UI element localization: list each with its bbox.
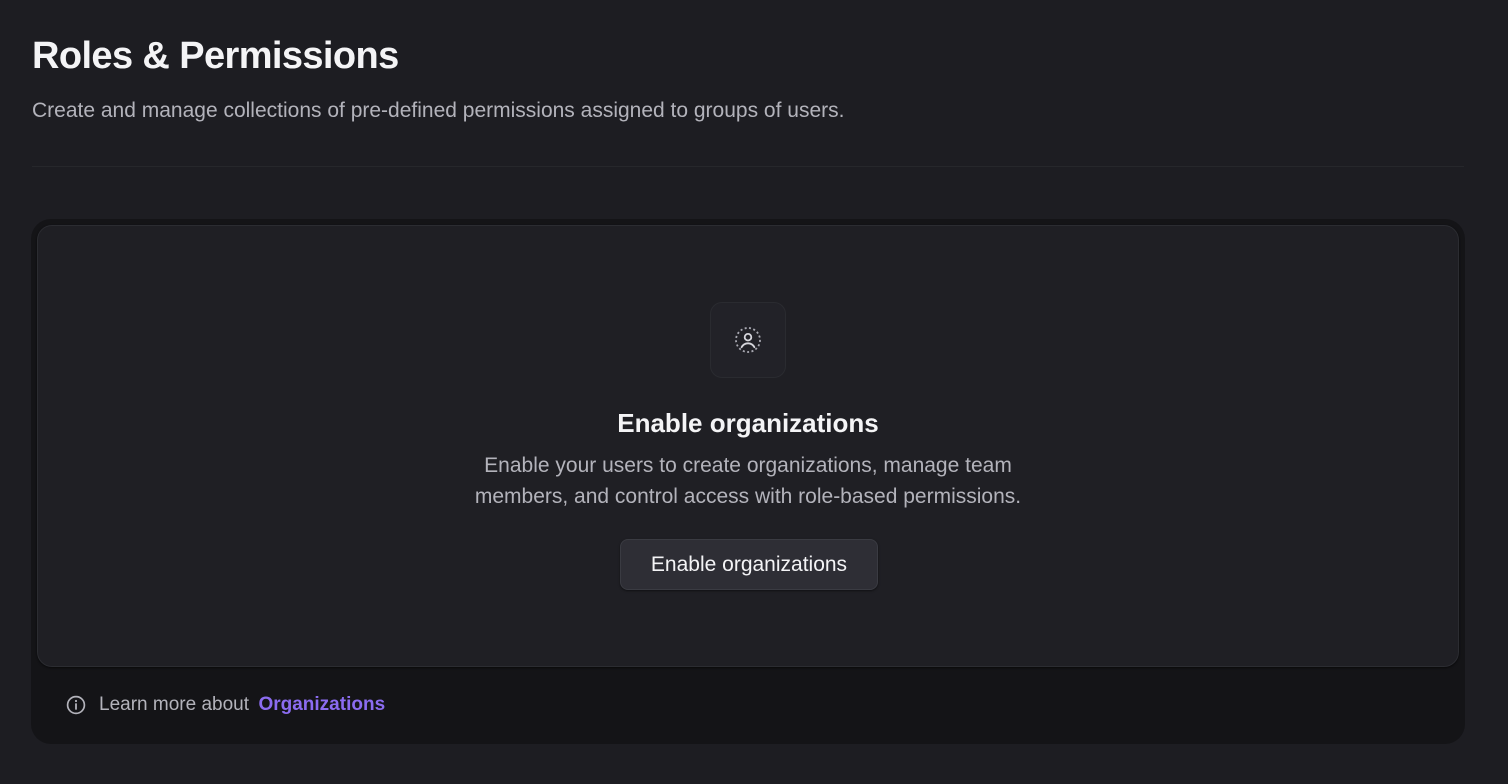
organizations-link[interactable]: Organizations — [258, 694, 385, 715]
empty-state-panel: Enable organizations Enable your users t… — [37, 225, 1459, 667]
user-circle-dashed-icon — [710, 302, 786, 378]
enable-organizations-button[interactable]: Enable organizations — [620, 539, 878, 590]
organizations-card: Enable organizations Enable your users t… — [31, 219, 1465, 744]
learn-more-text: Learn more about — [99, 694, 249, 715]
roles-permissions-page: Roles & Permissions Create and manage co… — [0, 0, 1508, 784]
page-title: Roles & Permissions — [32, 35, 399, 77]
learn-more-row: Learn more about Organizations — [65, 692, 385, 718]
info-icon — [65, 694, 87, 716]
empty-state-title: Enable organizations — [617, 408, 879, 438]
header-divider — [32, 166, 1464, 167]
page-subtitle: Create and manage collections of pre-def… — [32, 99, 845, 122]
empty-state-description: Enable your users to create organization… — [474, 454, 1022, 508]
